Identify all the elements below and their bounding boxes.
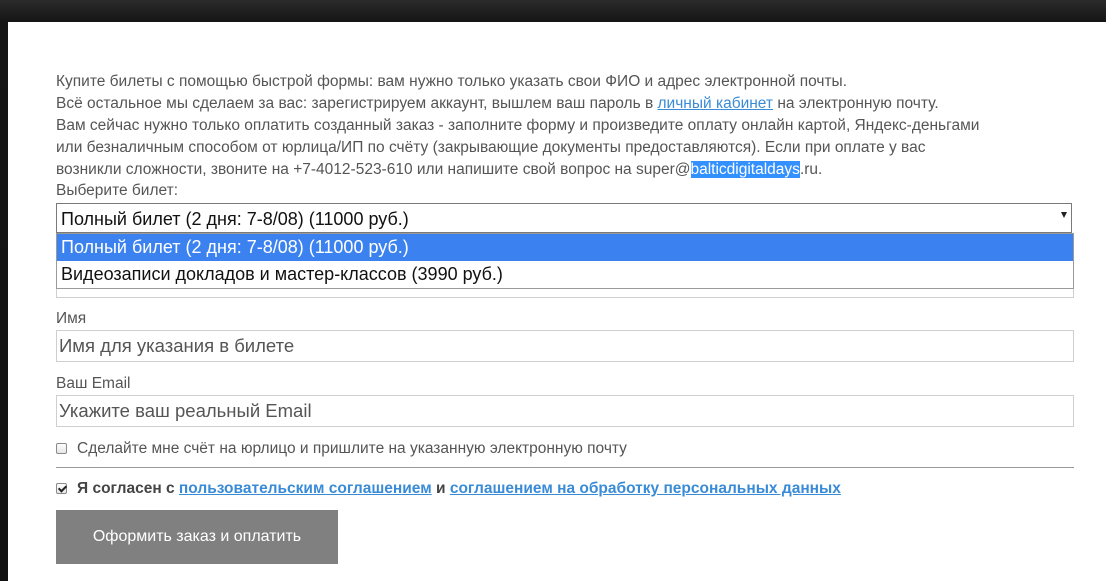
privacy-agreement-link[interactable]: соглашением на обработку персональных да… xyxy=(450,480,841,497)
intro-text: Купите билеты с помощью быстрой формы: в… xyxy=(56,71,1076,181)
intro-line-3: Вам сейчас нужно только оплатить созданн… xyxy=(56,117,980,134)
form-divider xyxy=(56,467,1074,468)
intro-line-4: или безналичным способом от юрлица/ИП по… xyxy=(56,139,926,156)
name-input[interactable] xyxy=(56,330,1074,362)
ticket-select-label: Выберите билет: xyxy=(56,182,179,199)
chevron-down-icon xyxy=(1061,212,1067,218)
invoice-checkbox-row[interactable]: Сделайте мне счёт на юрлицо и пришлите н… xyxy=(56,440,627,458)
user-agreement-link[interactable]: пользовательским соглашением xyxy=(179,480,432,497)
selected-text-highlight: balticdigitaldays xyxy=(690,161,800,178)
agreement-row[interactable]: Я согласен с пользовательским соглашение… xyxy=(56,480,841,498)
name-label: Имя xyxy=(56,310,87,327)
ticket-select-dropdown: Полный билет (2 дня: 7-8/08) (11000 руб.… xyxy=(56,233,1074,289)
ticket-select[interactable]: Полный билет (2 дня: 7-8/08) (11000 руб.… xyxy=(56,203,1072,233)
invoice-checkbox-label: Сделайте мне счёт на юрлицо и пришлите н… xyxy=(77,440,627,457)
agreement-checkbox[interactable] xyxy=(56,483,67,494)
ticket-option-video[interactable]: Видеозаписи докладов и мастер-классов (3… xyxy=(57,261,1073,288)
intro-line-1: Купите билеты с помощью быстрой формы: в… xyxy=(56,73,848,90)
email-label: Ваш Email xyxy=(56,375,131,392)
email-input[interactable] xyxy=(56,395,1074,427)
invoice-checkbox[interactable] xyxy=(56,443,67,454)
intro-line-2: Всё остальное мы сделаем за вас: зарегис… xyxy=(56,95,939,112)
submit-order-button[interactable]: Оформить заказ и оплатить xyxy=(56,510,338,564)
personal-account-link[interactable]: личный кабинет xyxy=(658,95,774,112)
intro-line-5: возникли сложности, звоните на +7-4012-5… xyxy=(56,161,823,178)
order-modal: Купите билеты с помощью быстрой формы: в… xyxy=(8,22,1106,581)
ticket-option-full[interactable]: Полный билет (2 дня: 7-8/08) (11000 руб.… xyxy=(57,234,1073,261)
ticket-select-value: Полный билет (2 дня: 7-8/08) (11000 руб.… xyxy=(61,209,409,229)
